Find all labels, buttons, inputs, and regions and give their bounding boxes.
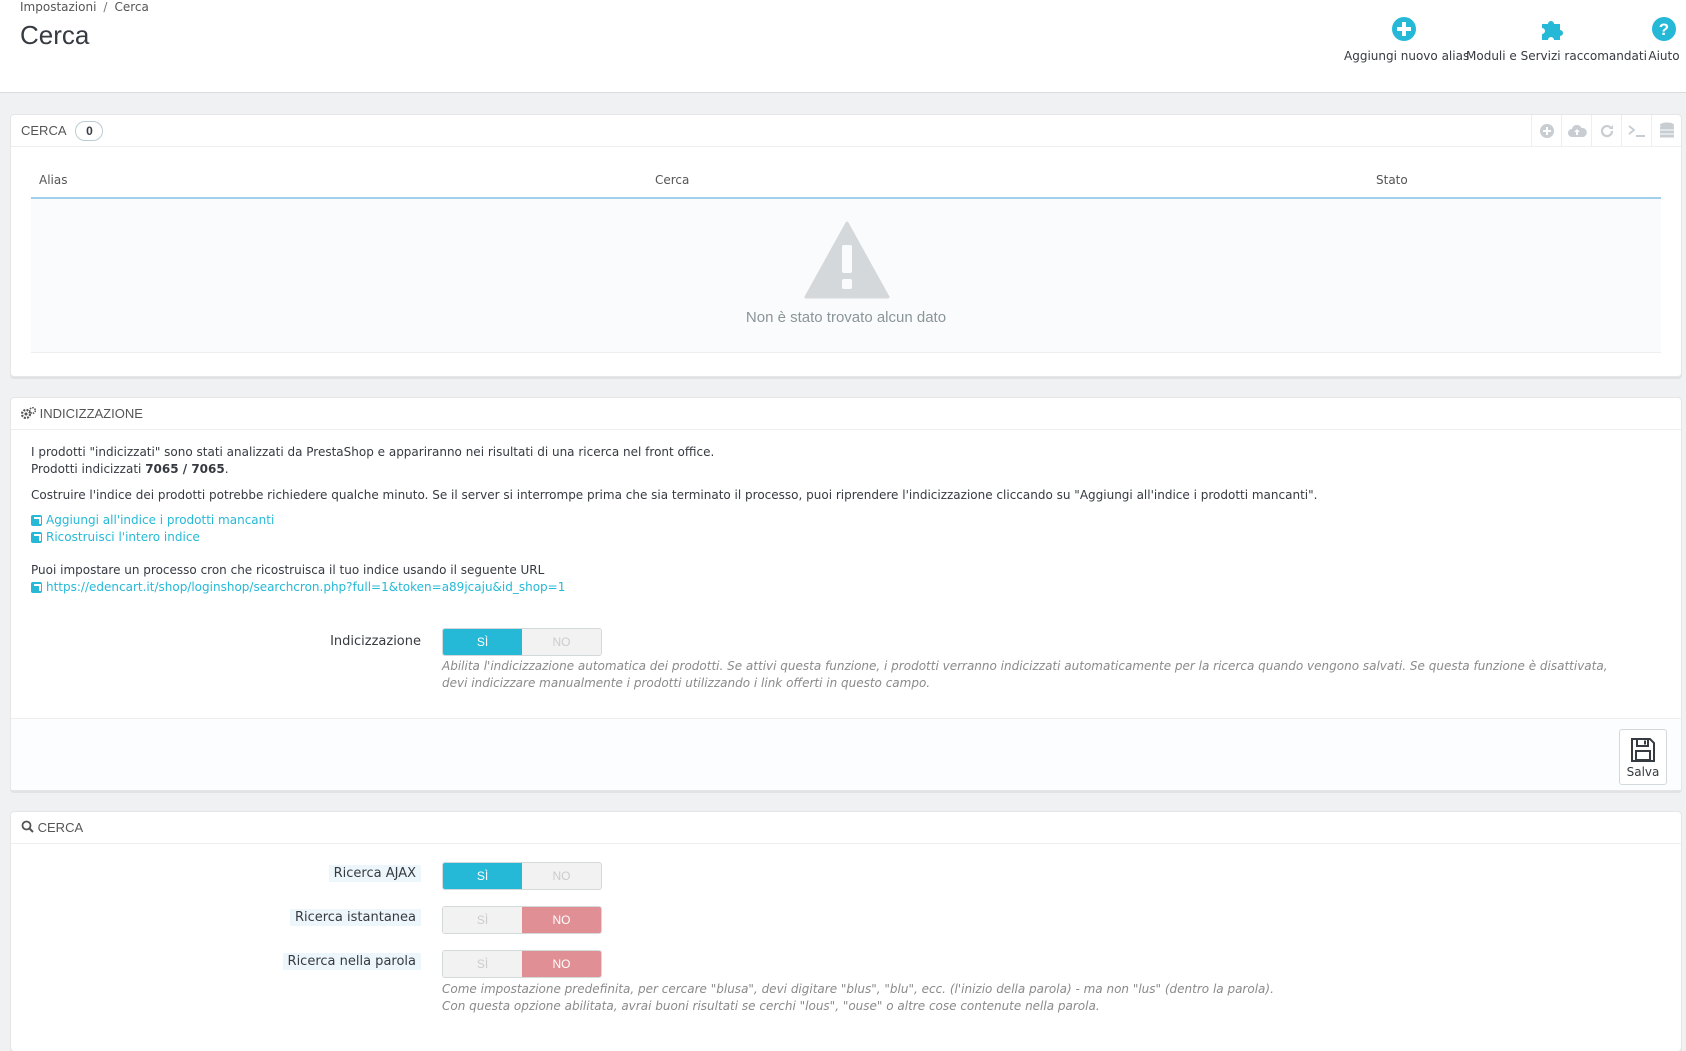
inword-search-yes[interactable]: SÌ <box>443 951 522 977</box>
indexed-count: 7065 / 7065 <box>145 462 225 476</box>
add-alias-button[interactable]: Aggiungi nuovo alias <box>1344 14 1469 63</box>
external-link-icon <box>31 515 42 526</box>
ajax-search-row: Ricerca AJAX SÌ NO <box>11 862 1683 890</box>
column-status[interactable]: Stato <box>1376 173 1408 187</box>
breadcrumb: Impostazioni / Cerca <box>20 0 149 14</box>
indexing-yes[interactable]: SÌ <box>443 629 522 655</box>
instant-search-switch[interactable]: SÌ NO <box>442 906 602 934</box>
inword-search-row: Ricerca nella parola SÌ NO <box>11 950 1683 978</box>
alias-list-title: Cerca <box>21 123 66 138</box>
breadcrumb-parent[interactable]: Impostazioni <box>20 0 96 14</box>
page-title: Cerca <box>20 20 90 50</box>
search-options-panel: Cerca Ricerca AJAX SÌ NO Ricerca istanta… <box>10 811 1682 1051</box>
add-missing-label: Aggiungi all'indice i prodotti mancanti <box>46 513 275 527</box>
alias-list-panel: Cerca 0 Alias Cerca Stato <box>10 114 1682 377</box>
recommended-modules-button[interactable]: Moduli e Servizi raccomandati <box>1466 14 1647 63</box>
alias-table: Alias Cerca Stato Non è stato trovato al… <box>31 161 1661 353</box>
panel-toolbar <box>1531 115 1681 147</box>
empty-state: Non è stato trovato alcun dato <box>31 199 1661 353</box>
cron-note: Puoi impostare un processo cron che rico… <box>31 563 545 577</box>
instant-search-label: Ricerca istantanea <box>289 909 421 926</box>
indexing-intro: I prodotti "indicizzati" sono stati anal… <box>31 445 715 459</box>
indexing-heading: Indicizzazione <box>11 398 1681 430</box>
indexing-label: Indicizzazione <box>330 634 421 649</box>
search-icon <box>21 820 34 833</box>
refresh-icon <box>1600 124 1613 138</box>
cloud-upload-icon <box>1567 124 1587 137</box>
cron-url: https://edencart.it/shop/loginshop/searc… <box>46 580 566 594</box>
external-link-icon <box>31 532 42 543</box>
ajax-search-yes[interactable]: SÌ <box>443 863 522 889</box>
rebuild-index-label: Ricostruisci l'intero indice <box>46 530 200 544</box>
inword-search-no[interactable]: NO <box>522 951 601 977</box>
sql-manager-tool[interactable] <box>1651 115 1681 147</box>
export-tool[interactable] <box>1561 115 1591 147</box>
column-alias[interactable]: Alias <box>39 173 67 187</box>
warning-icon <box>804 221 890 299</box>
add-alias-label: Aggiungi nuovo alias <box>1344 49 1470 63</box>
search-options-title: Cerca <box>37 820 84 835</box>
indexed-suffix: . <box>224 462 229 476</box>
indexing-no[interactable]: NO <box>522 629 601 655</box>
breadcrumb-separator: / <box>103 0 108 14</box>
cogs-icon <box>20 406 37 420</box>
search-options-heading: Cerca <box>11 812 1681 844</box>
instant-search-no[interactable]: NO <box>522 907 601 933</box>
table-header: Alias Cerca Stato <box>31 161 1661 199</box>
external-link-icon <box>31 582 42 593</box>
database-icon <box>1659 122 1674 138</box>
instant-search-yes[interactable]: SÌ <box>443 907 522 933</box>
add-missing-link[interactable]: Aggiungi all'indice i prodotti mancanti <box>31 512 1661 529</box>
save-icon <box>1631 738 1655 762</box>
recommended-modules-label: Moduli e Servizi raccomandati <box>1466 49 1647 63</box>
rebuild-note: Costruire l'indice dei prodotti potrebbe… <box>31 488 1318 502</box>
indexed-label: Prodotti indicizzati <box>31 462 146 476</box>
save-label: Salva <box>1626 765 1660 779</box>
terminal-icon <box>1627 125 1645 137</box>
help-button[interactable]: ? Aiuto <box>1646 14 1682 63</box>
alias-list-heading: Cerca 0 <box>11 115 1681 147</box>
indexed-products-line: Prodotti indicizzati 7065 / 7065. <box>31 461 1661 478</box>
indexing-field-row: Indicizzazione SÌ NO <box>11 628 1683 656</box>
indexing-help: Abilita l'indicizzazione automatica dei … <box>442 659 1608 690</box>
inword-search-help: Come impostazione predefinita, per cerca… <box>442 981 1632 1015</box>
column-search[interactable]: Cerca <box>655 173 689 187</box>
ajax-search-switch[interactable]: SÌ NO <box>442 862 602 890</box>
ajax-search-label: Ricerca AJAX <box>328 865 421 882</box>
indexing-title: Indicizzazione <box>39 406 143 421</box>
plus-circle-icon <box>1392 17 1416 41</box>
save-button[interactable]: Salva <box>1619 729 1667 785</box>
cron-url-link[interactable]: https://edencart.it/shop/loginshop/searc… <box>31 579 1661 596</box>
inword-search-label: Ricerca nella parola <box>282 953 421 970</box>
inword-help-line2: Con questa opzione abilitata, avrai buon… <box>442 999 1100 1013</box>
add-new-tool[interactable] <box>1531 115 1561 147</box>
inword-help-line1: Come impostazione predefinita, per cerca… <box>442 982 1274 996</box>
ajax-search-no[interactable]: NO <box>522 863 601 889</box>
refresh-tool[interactable] <box>1591 115 1621 147</box>
help-label: Aiuto <box>1648 49 1680 63</box>
breadcrumb-current: Cerca <box>114 0 149 14</box>
rebuild-index-link[interactable]: Ricostruisci l'intero indice <box>31 529 1661 546</box>
alias-count-badge: 0 <box>75 121 104 141</box>
indexing-info: I prodotti "indicizzati" sono stati anal… <box>11 430 1681 596</box>
empty-message: Non è stato trovato alcun dato <box>745 309 947 326</box>
sql-query-tool[interactable] <box>1621 115 1651 147</box>
indexing-panel: Indicizzazione I prodotti "indicizzati" … <box>10 397 1682 791</box>
inword-search-switch[interactable]: SÌ NO <box>442 950 602 978</box>
puzzle-icon <box>1542 21 1563 40</box>
instant-search-row: Ricerca istantanea SÌ NO <box>11 906 1683 934</box>
indexing-footer: Salva <box>11 718 1681 790</box>
page-header: Impostazioni / Cerca Cerca Aggiungi nuovo … <box>0 0 1686 93</box>
indexing-switch[interactable]: SÌ NO <box>442 628 602 656</box>
question-circle-icon: ? <box>1652 17 1676 41</box>
add-icon <box>1539 124 1554 138</box>
svg-text:?: ? <box>1659 20 1669 39</box>
